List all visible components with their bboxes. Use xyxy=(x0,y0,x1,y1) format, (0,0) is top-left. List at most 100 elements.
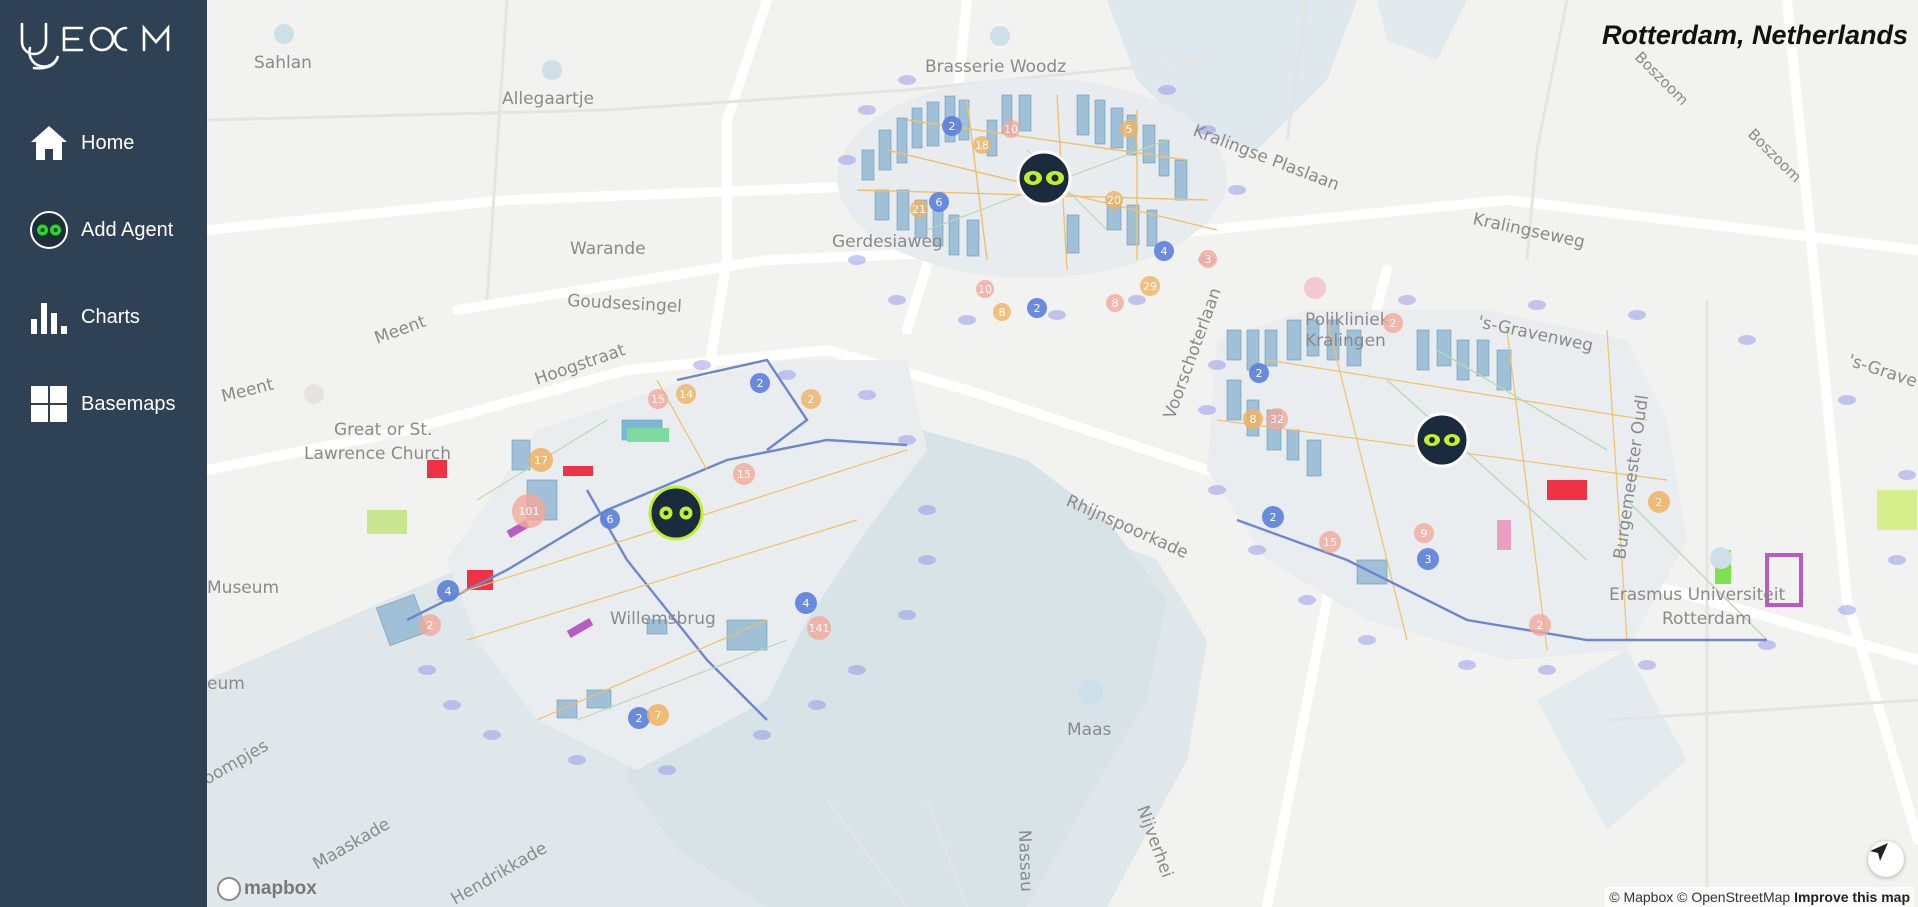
cluster-marker[interactable]: 2 xyxy=(419,614,441,636)
cluster-marker[interactable]: 18 xyxy=(973,136,991,154)
cluster-marker[interactable]: 8 xyxy=(1106,294,1124,312)
agent-marker-2[interactable] xyxy=(648,485,704,541)
cluster-marker[interactable]: 2 xyxy=(1262,506,1284,528)
sidebar-item-label: Add Agent xyxy=(81,218,174,241)
svg-text:4: 4 xyxy=(1161,245,1168,258)
bar-chart-icon xyxy=(29,297,69,337)
attribution-text[interactable]: © Mapbox © OpenStreetMap xyxy=(1609,889,1790,905)
cluster-marker[interactable]: 5 xyxy=(1120,120,1138,138)
cluster-marker[interactable]: 21 xyxy=(910,200,928,218)
cluster-marker[interactable]: 2 xyxy=(1027,298,1047,318)
label-church2: Lawrence Church xyxy=(304,444,451,464)
mapbox-icon xyxy=(217,877,241,901)
sidebar-item-basemaps[interactable]: Basemaps xyxy=(29,382,176,426)
sidebar: Home Add Agent Charts Basemaps xyxy=(0,0,207,907)
cluster-marker[interactable]: 141 xyxy=(807,616,831,640)
cluster-marker[interactable]: 3 xyxy=(1417,548,1439,570)
sidebar-item-home[interactable]: Home xyxy=(29,121,134,165)
label-erasmus1: Erasmus Universiteit xyxy=(1609,585,1785,605)
sidebar-item-label: Home xyxy=(81,131,135,154)
agent-marker-1[interactable] xyxy=(1016,150,1072,206)
cluster-marker[interactable]: 2 xyxy=(628,707,650,729)
cluster-marker[interactable]: 101 xyxy=(512,494,546,528)
sidebar-item-charts[interactable]: Charts xyxy=(29,295,140,339)
label-gerdesiaweg: Gerdesiaweg xyxy=(832,232,943,252)
svg-text:18: 18 xyxy=(975,139,989,152)
geolocate-button[interactable] xyxy=(1868,841,1904,877)
svg-text:7: 7 xyxy=(655,709,662,722)
cluster-marker[interactable]: 6 xyxy=(929,192,949,212)
cluster-marker[interactable]: 10 xyxy=(1002,120,1020,138)
svg-text:5: 5 xyxy=(1126,123,1133,136)
grid-icon xyxy=(29,384,69,424)
home-icon xyxy=(29,123,69,163)
cluster-marker[interactable]: 2 xyxy=(1249,363,1269,383)
cluster-marker[interactable]: 14 xyxy=(676,384,696,404)
ugeom-logo[interactable] xyxy=(18,18,188,76)
svg-text:2: 2 xyxy=(1390,317,1397,330)
cluster-marker[interactable]: 10 xyxy=(976,280,994,298)
svg-text:2: 2 xyxy=(636,712,643,725)
sidebar-item-label: Charts xyxy=(81,305,140,328)
cluster-marker[interactable]: 15 xyxy=(648,389,668,409)
svg-text:9: 9 xyxy=(1421,527,1428,540)
label-warande: Warande xyxy=(570,239,646,259)
svg-text:14: 14 xyxy=(679,388,693,401)
cluster-marker[interactable]: 15 xyxy=(733,463,755,485)
mapbox-logo-text: mapbox xyxy=(244,878,317,899)
svg-text:2: 2 xyxy=(1656,496,1663,509)
svg-text:2: 2 xyxy=(1034,302,1041,315)
svg-text:141: 141 xyxy=(809,622,830,635)
label-brasserie: Brasserie Woodz xyxy=(925,57,1066,77)
svg-text:2: 2 xyxy=(949,120,956,133)
improve-map-link[interactable]: Improve this map xyxy=(1794,889,1910,905)
cluster-marker[interactable]: 29 xyxy=(1140,276,1160,296)
svg-text:32: 32 xyxy=(1270,413,1284,426)
label-church: Great or St. xyxy=(334,420,432,440)
map-canvas[interactable]: Sahlan Allegaartje Brasserie Woodz Krali… xyxy=(207,0,1918,907)
cluster-marker[interactable]: 2 xyxy=(1529,614,1551,636)
cluster-marker[interactable]: 2 xyxy=(750,373,770,393)
svg-text:8: 8 xyxy=(1250,413,1257,426)
svg-text:15: 15 xyxy=(737,468,751,481)
sidebar-item-add-agent[interactable]: Add Agent xyxy=(29,208,173,252)
cluster-marker[interactable]: 4 xyxy=(1154,241,1174,261)
svg-text:10: 10 xyxy=(978,283,992,296)
cluster-marker[interactable]: 15 xyxy=(1319,531,1341,553)
cluster-marker[interactable]: 2 xyxy=(801,389,821,409)
mapbox-logo[interactable]: mapbox xyxy=(217,877,317,901)
cluster-marker[interactable]: 4 xyxy=(437,580,459,602)
cluster-marker[interactable]: 9 xyxy=(1414,523,1434,543)
cluster-marker[interactable]: 17 xyxy=(529,448,553,472)
svg-text:29: 29 xyxy=(1143,280,1157,293)
svg-text:101: 101 xyxy=(519,505,540,518)
svg-text:2: 2 xyxy=(808,393,815,406)
cluster-marker[interactable]: 7 xyxy=(647,704,669,726)
cluster-marker[interactable]: 2 xyxy=(1383,313,1403,333)
svg-text:4: 4 xyxy=(445,585,452,598)
svg-text:2: 2 xyxy=(1270,511,1277,524)
map-attribution: © Mapbox © OpenStreetMap Improve this ma… xyxy=(1605,887,1914,907)
label-meent2: Meent xyxy=(219,375,276,407)
cluster-marker[interactable]: 6 xyxy=(600,509,620,529)
cluster-marker[interactable]: 3 xyxy=(1199,250,1217,268)
label-erasmus2: Rotterdam xyxy=(1662,609,1752,629)
svg-text:8: 8 xyxy=(1112,297,1119,310)
svg-text:17: 17 xyxy=(534,454,548,467)
svg-text:8: 8 xyxy=(999,306,1006,319)
svg-text:15: 15 xyxy=(1323,536,1337,549)
cluster-marker[interactable]: 2 xyxy=(942,116,962,136)
cluster-marker[interactable]: 8 xyxy=(1243,409,1263,429)
label-museum1: Museum xyxy=(207,578,279,598)
cluster-marker[interactable]: 2 xyxy=(1648,491,1670,513)
cluster-marker[interactable]: 8 xyxy=(993,303,1011,321)
cluster-marker[interactable]: 32 xyxy=(1266,408,1288,430)
sidebar-item-label: Basemaps xyxy=(81,392,176,415)
label-allegaartje: Allegaartje xyxy=(502,89,594,109)
region-kralingen-east xyxy=(1207,310,1917,660)
label-boszoom1: Boszoom xyxy=(1631,48,1692,109)
cluster-marker[interactable]: 4 xyxy=(795,592,817,614)
agent-marker-3[interactable] xyxy=(1414,412,1470,468)
cluster-marker[interactable]: 20 xyxy=(1105,191,1123,209)
city-title: Rotterdam, Netherlands xyxy=(1601,20,1908,50)
